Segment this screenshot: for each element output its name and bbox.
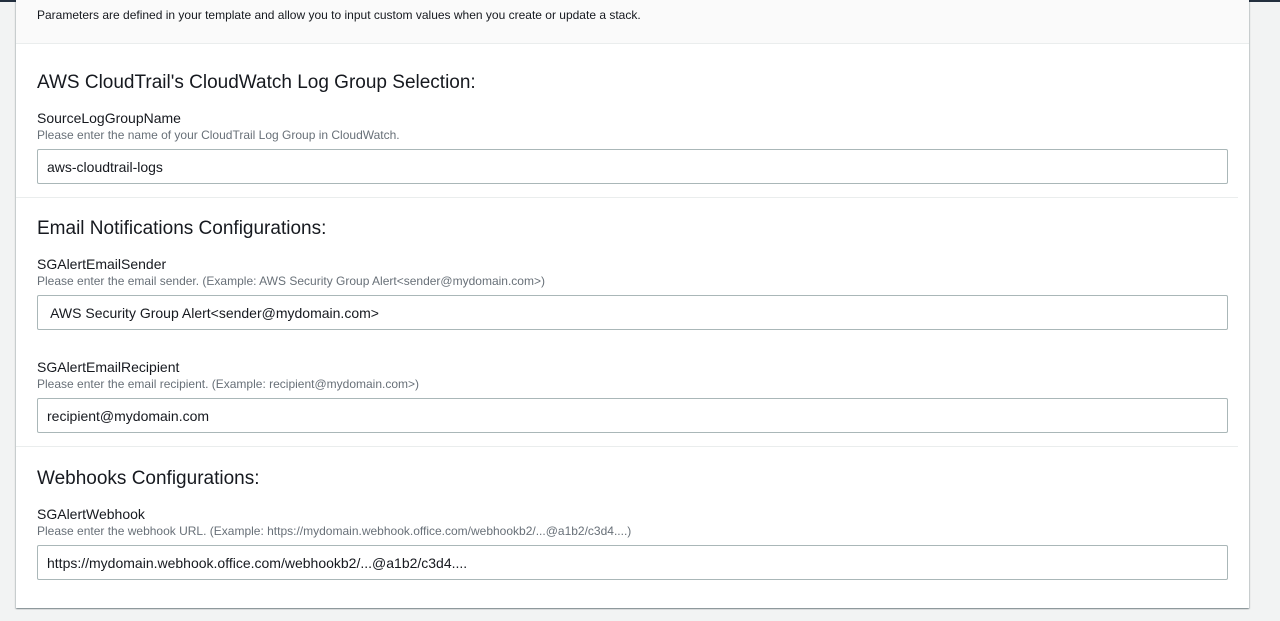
field-label: SourceLogGroupName [37, 110, 181, 126]
panel-header: Parameters are defined in your template … [16, 0, 1249, 44]
group-webhooks: Webhooks Configurations: SGAlertWebhook … [16, 447, 1238, 607]
field-label: SGAlertEmailRecipient [37, 359, 180, 375]
sg-alert-email-sender-input[interactable] [37, 295, 1228, 330]
sg-alert-email-recipient-input[interactable] [37, 398, 1228, 433]
field-sg-alert-email-sender: SGAlertEmailSender Please enter the emai… [37, 255, 1228, 330]
group-title: Email Notifications Configurations: [37, 218, 327, 239]
field-label: SGAlertWebhook [37, 506, 145, 522]
panel-description: Parameters are defined in your template … [37, 8, 641, 22]
group-title: Webhooks Configurations: [37, 468, 260, 489]
sg-alert-webhook-input[interactable] [37, 545, 1228, 580]
field-description: Please enter the email sender. (Example:… [37, 274, 545, 288]
group-title: AWS CloudTrail's CloudWatch Log Group Se… [37, 72, 476, 93]
group-log-group-selection: AWS CloudTrail's CloudWatch Log Group Se… [16, 45, 1238, 198]
parameters-panel: Parameters are defined in your template … [16, 0, 1249, 608]
field-description: Please enter the webhook URL. (Example: … [37, 524, 632, 538]
field-description: Please enter the name of your CloudTrail… [37, 128, 400, 142]
field-description: Please enter the email recipient. (Examp… [37, 377, 420, 391]
group-email-notifications: Email Notifications Configurations: SGAl… [16, 198, 1238, 447]
field-sg-alert-email-recipient: SGAlertEmailRecipient Please enter the e… [37, 358, 1228, 433]
field-sg-alert-webhook: SGAlertWebhook Please enter the webhook … [37, 505, 1228, 580]
source-log-group-name-input[interactable] [37, 149, 1228, 184]
field-source-log-group-name: SourceLogGroupName Please enter the name… [37, 109, 1228, 184]
field-label: SGAlertEmailSender [37, 256, 167, 272]
